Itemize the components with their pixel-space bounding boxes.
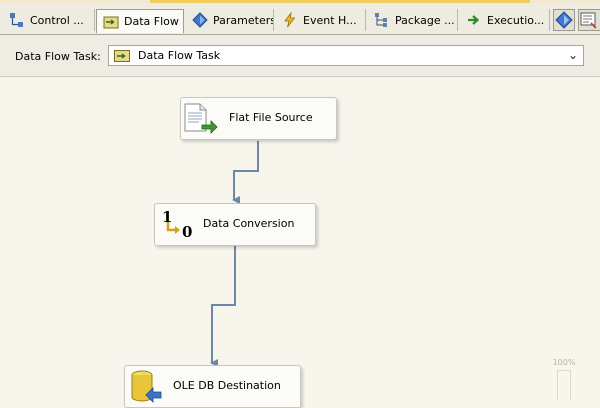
data-flow-canvas[interactable]: Flat File Source 1 0 Data Conversion OLE… bbox=[0, 77, 600, 408]
component-label: Data Conversion bbox=[203, 217, 295, 230]
zoom-level-label: 100% bbox=[552, 358, 576, 367]
ole-db-destination-component[interactable]: OLE DB Destination bbox=[124, 365, 301, 408]
tab-package-explorer[interactable]: Package ... bbox=[368, 9, 458, 31]
ole-db-destination-icon bbox=[128, 370, 164, 407]
dropdown-selected-value: Data Flow Task bbox=[138, 49, 221, 62]
tab-event-handlers[interactable]: Event H... bbox=[276, 9, 366, 31]
designer-tab-bar: Control ... Data Flow Parameters Event H… bbox=[0, 3, 600, 35]
tab-control-flow[interactable]: Control ... bbox=[3, 9, 95, 31]
data-flow-icon bbox=[103, 14, 119, 30]
flat-file-source-component[interactable]: Flat File Source bbox=[180, 97, 337, 140]
variables-toolbar-button[interactable] bbox=[578, 9, 600, 31]
path-conversion-to-destination[interactable] bbox=[210, 246, 236, 367]
diamond-icon bbox=[554, 10, 574, 30]
tab-label: Control ... bbox=[30, 13, 84, 27]
show-parameters-toolbar-button[interactable] bbox=[553, 9, 575, 31]
conversion-digit-zero: 0 bbox=[182, 223, 193, 241]
tab-label: Package ... bbox=[395, 13, 455, 27]
parameters-icon bbox=[192, 12, 208, 28]
package-explorer-icon bbox=[374, 12, 390, 28]
data-flow-task-dropdown[interactable]: Data Flow Task ⌄ bbox=[108, 45, 584, 66]
component-label: OLE DB Destination bbox=[173, 379, 281, 392]
tab-label: Parameters bbox=[213, 13, 274, 27]
tab-label: Data Flow bbox=[124, 15, 179, 28]
chevron-down-icon[interactable]: ⌄ bbox=[568, 48, 578, 62]
flat-file-source-icon bbox=[184, 103, 218, 138]
component-label: Flat File Source bbox=[229, 111, 313, 124]
data-flow-task-bar: Data Flow Task: Data Flow Task ⌄ bbox=[0, 35, 600, 77]
control-flow-icon bbox=[9, 12, 25, 28]
tab-parameters[interactable]: Parameters bbox=[186, 9, 274, 31]
zoom-slider[interactable] bbox=[557, 370, 571, 400]
data-conversion-icon: 1 0 bbox=[160, 208, 194, 242]
execution-results-icon bbox=[466, 12, 482, 28]
data-flow-task-icon bbox=[114, 49, 130, 63]
tab-label: Event H... bbox=[303, 13, 357, 27]
event-handlers-icon bbox=[282, 11, 298, 28]
tab-data-flow[interactable]: Data Flow bbox=[96, 9, 184, 33]
tab-label: Executio... bbox=[487, 13, 545, 27]
path-flat-file-to-conversion[interactable] bbox=[232, 141, 259, 204]
variables-icon bbox=[579, 10, 600, 30]
data-flow-task-label: Data Flow Task: bbox=[15, 50, 101, 63]
tab-execution-results[interactable]: Executio... bbox=[460, 9, 550, 31]
data-conversion-component[interactable]: 1 0 Data Conversion bbox=[154, 203, 316, 246]
